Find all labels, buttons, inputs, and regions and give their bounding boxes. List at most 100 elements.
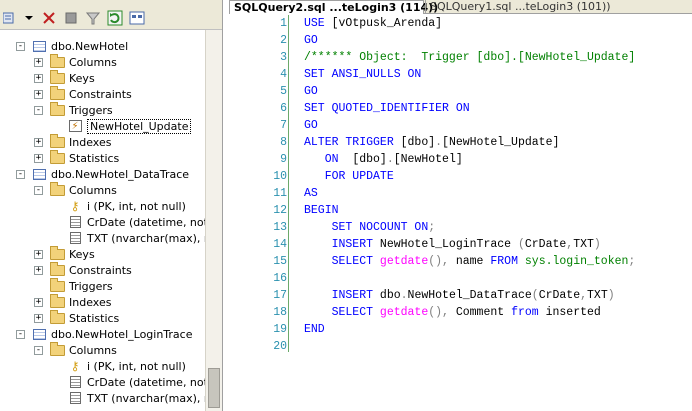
- tree-node[interactable]: + Keys: [34, 245, 95, 262]
- table-icon-glyph: [32, 328, 46, 340]
- collapse-icon[interactable]: -: [16, 329, 25, 339]
- folder-icon: [49, 245, 65, 261]
- line-number: 19: [273, 323, 287, 336]
- code-line[interactable]: INSERT dbo.NewHotel_DataTrace(CrDate,TXT…: [304, 287, 615, 304]
- expand-icon[interactable]: +: [34, 57, 43, 67]
- code-token: CrDate: [524, 238, 567, 251]
- tree-node[interactable]: ⚷ i (PK, int, not null): [52, 198, 186, 214]
- tree-node[interactable]: - Columns: [34, 181, 117, 198]
- collapse-icon[interactable]: -: [34, 185, 43, 195]
- explorer-scrollbar[interactable]: [205, 30, 222, 411]
- collapse-icon[interactable]: -: [34, 105, 43, 115]
- code-line[interactable]: SELECT getdate(), Comment from inserted: [304, 304, 601, 321]
- line-number: 10: [273, 170, 287, 183]
- tree-node[interactable]: + Indexes: [34, 133, 111, 150]
- code-token: BEGIN: [304, 204, 339, 217]
- refresh-icon[interactable]: [106, 9, 124, 27]
- expand-icon[interactable]: +: [34, 297, 43, 307]
- folder-icon: [49, 69, 65, 85]
- line-number: 2: [280, 34, 287, 47]
- folder-icon: [49, 341, 65, 357]
- tree-node[interactable]: - Triggers: [34, 101, 113, 118]
- collapse-icon[interactable]: -: [34, 345, 43, 355]
- folder-icon-glyph: [49, 261, 65, 276]
- code-token: [dbo]: [400, 136, 436, 149]
- tree-node[interactable]: + Constraints: [34, 85, 132, 102]
- code-line[interactable]: BEGIN: [304, 202, 339, 219]
- connect-icon[interactable]: [0, 9, 18, 27]
- expand-icon[interactable]: +: [34, 73, 43, 83]
- tree-node[interactable]: - dbo.NewHotel_LoginTrace: [16, 326, 193, 342]
- tab-sqlquery1[interactable]: SQLQuery1.sql ...teLogin3 (101)): [425, 0, 615, 14]
- stop-icon[interactable]: [62, 9, 80, 27]
- expand-icon[interactable]: +: [34, 313, 43, 323]
- summary-icon[interactable]: [128, 9, 146, 27]
- tree-node[interactable]: CrDate (datetime, not nu: [52, 214, 222, 230]
- code-line[interactable]: AS: [304, 185, 318, 202]
- code-line[interactable]: ALTER TRIGGER [dbo].[NewHotel_Update]: [304, 134, 559, 151]
- line-number: 11: [273, 187, 287, 200]
- code-token: INSERT: [304, 289, 380, 302]
- expand-icon[interactable]: +: [34, 153, 43, 163]
- code-line[interactable]: GO: [304, 83, 318, 100]
- code-line[interactable]: END: [304, 321, 325, 338]
- tree-node[interactable]: + Statistics: [34, 149, 119, 166]
- tree-node-label: Triggers: [69, 279, 113, 293]
- line-number: 20: [273, 340, 287, 353]
- connect-dropdown-icon[interactable]: [20, 9, 38, 27]
- folder-icon: [49, 261, 65, 277]
- tree-node[interactable]: ⚷ i (PK, int, not null): [52, 358, 186, 374]
- disconnect-icon[interactable]: [40, 9, 58, 27]
- tree-node[interactable]: - dbo.NewHotel: [16, 38, 128, 54]
- code-token: (: [531, 289, 539, 302]
- tree-node[interactable]: + Columns: [34, 53, 117, 70]
- code-token: INSERT: [304, 238, 380, 251]
- code-line[interactable]: SELECT getdate(), name FROM sys.login_to…: [304, 253, 636, 270]
- tree-node[interactable]: CrDate (datetime, not n: [52, 374, 218, 390]
- code-token: GO: [304, 85, 318, 98]
- code-line[interactable]: INSERT NewHotel_LoginTrace (CrDate,TXT): [304, 236, 601, 253]
- expand-icon[interactable]: +: [34, 249, 43, 259]
- code-token: NewHotel_LoginTrace: [379, 238, 518, 251]
- tab-sqlquery2[interactable]: SQLQuery2.sql ...teLogin3 (114)): [229, 0, 438, 14]
- tree-node[interactable]: + Indexes: [34, 293, 111, 310]
- tree-node[interactable]: - dbo.NewHotel_DataTrace: [16, 166, 189, 182]
- code-token: getdate: [379, 255, 429, 268]
- line-number-gutter: 1 2 3 4 5 6 7 8 9 10 11 12 13 14 15 16 17 18 19 20: [229, 15, 287, 411]
- code-line[interactable]: SET ANSI_NULLS ON: [304, 66, 421, 83]
- tree-node[interactable]: + Statistics: [34, 309, 119, 326]
- tree-node[interactable]: TXT (nvarchar(max), nu: [52, 390, 218, 406]
- code-line[interactable]: /****** Object: Trigger [dbo].[NewHotel_…: [304, 49, 635, 66]
- folder-icon: [49, 293, 65, 309]
- filter-icon[interactable]: [84, 9, 102, 27]
- expand-icon[interactable]: +: [34, 137, 43, 147]
- tree-node[interactable]: TXT (nvarchar(max), nu: [52, 230, 218, 246]
- code-line[interactable]: ON [dbo].[NewHotel]: [304, 151, 463, 168]
- line-number: 7: [280, 119, 287, 132]
- code-token: name: [448, 255, 491, 268]
- folder-icon-glyph: [49, 245, 65, 260]
- collapse-icon[interactable]: -: [16, 169, 25, 179]
- folder-icon-glyph: [49, 149, 65, 164]
- expand-icon[interactable]: +: [34, 89, 43, 99]
- tree-node[interactable]: - Columns: [34, 341, 117, 358]
- code-line[interactable]: GO: [304, 117, 318, 134]
- code-token: FROM: [490, 255, 525, 268]
- code-line[interactable]: SET NOCOUNT ON;: [304, 219, 436, 236]
- code-token: dbo: [379, 289, 401, 302]
- code-line[interactable]: SET QUOTED_IDENTIFIER ON: [304, 100, 470, 117]
- code-token: [vOtpusk_Arenda]: [331, 17, 443, 30]
- tree-node[interactable]: + Constraints: [34, 261, 132, 278]
- expand-icon[interactable]: +: [34, 265, 43, 275]
- column-icon: [67, 215, 83, 229]
- line-number: 3: [280, 51, 287, 64]
- scrollbar-thumb[interactable]: [208, 368, 220, 408]
- code-line[interactable]: GO: [304, 32, 318, 49]
- code-line[interactable]: FOR UPDATE: [304, 168, 394, 185]
- tree-node[interactable]: ⚡ NewHotel_Update: [52, 118, 192, 134]
- code-line[interactable]: USE [vOtpusk_Arenda]: [304, 15, 442, 32]
- collapse-icon[interactable]: -: [16, 41, 25, 51]
- query-editor[interactable]: 1 2 3 4 5 6 7 8 9 10 11 12 13 14 15 16 17 18 19 20 USE [vOt…: [229, 15, 692, 411]
- tree-node[interactable]: Triggers: [34, 277, 113, 294]
- tree-node[interactable]: + Keys: [34, 69, 95, 86]
